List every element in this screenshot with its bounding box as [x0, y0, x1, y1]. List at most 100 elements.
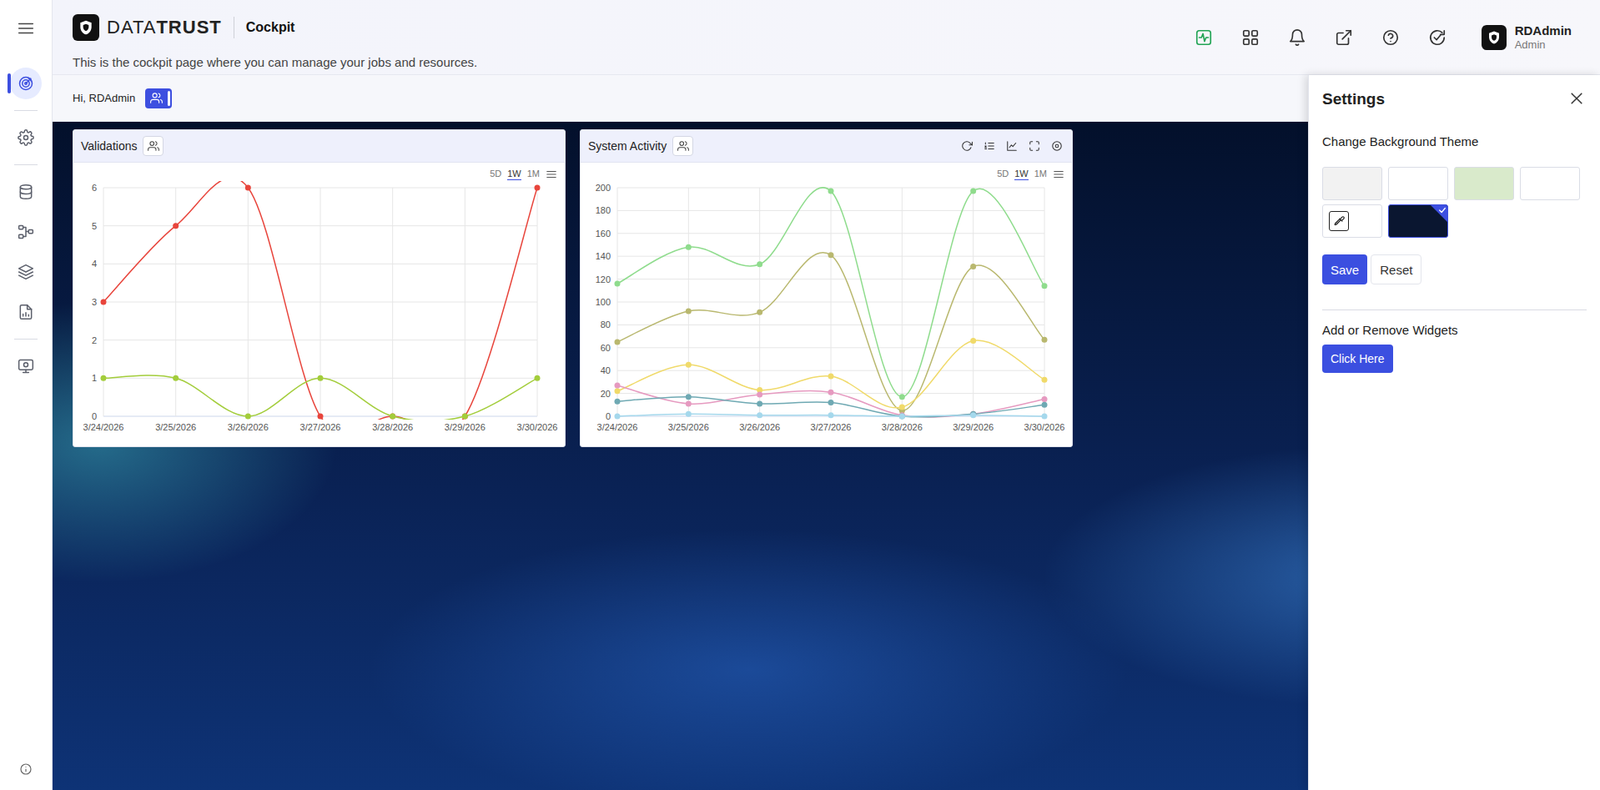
data-point[interactable] [172, 222, 179, 229]
data-point[interactable] [970, 337, 977, 344]
data-point[interactable] [172, 375, 179, 382]
data-point[interactable] [899, 413, 906, 420]
data-point[interactable] [245, 185, 252, 192]
sidebar-item[interactable] [0, 171, 52, 212]
data-point[interactable] [614, 398, 621, 405]
data-point[interactable] [756, 309, 763, 316]
data-point[interactable] [1041, 413, 1048, 420]
data-point[interactable] [100, 375, 107, 382]
data-point[interactable] [462, 413, 468, 420]
brand: DATATRUST Cockpit This is the cockpit pa… [72, 0, 478, 75]
data-point[interactable] [756, 391, 763, 398]
x-label: 3/25/2026 [155, 422, 197, 433]
header-action[interactable] [1375, 22, 1406, 53]
widget-tool[interactable] [1051, 140, 1063, 152]
range-option[interactable]: 1M [1034, 168, 1047, 181]
theme-swatch[interactable] [1388, 204, 1449, 238]
data-point[interactable] [685, 400, 692, 407]
data-point[interactable] [389, 413, 396, 420]
data-point[interactable] [756, 261, 763, 267]
chart-menu-button[interactable] [545, 168, 558, 181]
theme-swatch[interactable] [1322, 166, 1383, 201]
theme-swatch[interactable] [1519, 166, 1580, 201]
brand-divider [233, 16, 235, 39]
data-point[interactable] [245, 413, 252, 420]
data-point[interactable] [1041, 377, 1048, 383]
menu-button[interactable] [12, 15, 40, 42]
header-action[interactable] [1422, 22, 1453, 53]
header-action[interactable] [1235, 22, 1266, 53]
widget-tool[interactable] [983, 140, 996, 152]
range-option[interactable]: 1W [1014, 168, 1029, 181]
data-point[interactable] [828, 188, 835, 195]
data-point[interactable] [899, 404, 906, 411]
range-option[interactable]: 1M [527, 168, 540, 181]
sidebar-item[interactable] [0, 63, 52, 104]
data-point[interactable] [685, 307, 692, 314]
sidebar-item[interactable] [0, 211, 52, 252]
data-point[interactable] [1041, 337, 1048, 343]
theme-swatch[interactable] [1454, 166, 1515, 201]
data-point[interactable] [1041, 282, 1048, 289]
data-point[interactable] [389, 413, 396, 420]
data-point[interactable] [614, 338, 621, 345]
data-point[interactable] [899, 413, 906, 420]
sidebar-item[interactable] [0, 346, 52, 387]
data-point[interactable] [970, 188, 977, 195]
data-point[interactable] [828, 251, 835, 258]
data-point[interactable] [685, 362, 692, 368]
theme-swatch[interactable] [1322, 204, 1383, 238]
sidebar-item[interactable] [0, 291, 52, 333]
header-action[interactable] [1282, 22, 1313, 53]
data-point[interactable] [828, 389, 835, 396]
reset-button[interactable]: Reset [1370, 254, 1422, 285]
save-button[interactable]: Save [1322, 254, 1368, 285]
y-tick: 60 [600, 342, 611, 353]
data-point[interactable] [970, 263, 977, 270]
add-widgets-button[interactable]: Click Here [1322, 344, 1394, 373]
sidebar-item[interactable] [0, 117, 52, 158]
data-point[interactable] [756, 400, 763, 407]
target-icon [17, 75, 35, 92]
data-point[interactable] [828, 399, 835, 406]
data-point[interactable] [685, 411, 692, 418]
data-point[interactable] [100, 299, 107, 306]
data-point[interactable] [828, 373, 835, 380]
data-point[interactable] [614, 382, 621, 389]
info-button[interactable] [12, 755, 40, 783]
data-point[interactable] [1041, 396, 1048, 403]
chart-menu-button[interactable] [1052, 168, 1065, 181]
header-action[interactable] [1188, 22, 1219, 53]
data-point[interactable] [685, 244, 692, 251]
theme-swatch[interactable] [1388, 166, 1449, 201]
widget-team-button[interactable] [672, 135, 694, 156]
users-icon [677, 140, 690, 152]
user-menu[interactable]: RDAdmin Admin [1481, 23, 1572, 52]
widget-tool[interactable] [1028, 140, 1041, 152]
team-view-toggle[interactable] [145, 88, 172, 109]
data-point[interactable] [317, 413, 324, 420]
data-point[interactable] [1041, 402, 1048, 408]
data-point[interactable] [614, 281, 621, 287]
data-point[interactable] [899, 393, 906, 400]
data-point[interactable] [534, 185, 541, 192]
data-point[interactable] [970, 412, 977, 418]
widget-tool[interactable] [961, 140, 973, 152]
range-option[interactable]: 1W [507, 168, 522, 181]
header-action[interactable] [1328, 22, 1359, 53]
range-option[interactable]: 5D [489, 168, 502, 181]
data-point[interactable] [614, 387, 621, 394]
range-option[interactable]: 5D [996, 168, 1009, 181]
sidebar-item[interactable] [0, 251, 52, 292]
data-point[interactable] [534, 375, 541, 382]
close-button[interactable] [1568, 90, 1587, 109]
data-point[interactable] [462, 413, 468, 420]
widget-team-button[interactable] [142, 135, 164, 156]
data-point[interactable] [685, 393, 692, 400]
page-body: Hi, RDAdmin Validations 01234563/24/2026… [52, 75, 1600, 790]
data-point[interactable] [756, 412, 763, 418]
data-point[interactable] [614, 413, 621, 420]
data-point[interactable] [828, 412, 835, 418]
data-point[interactable] [317, 375, 324, 382]
widget-tool[interactable] [1006, 140, 1018, 152]
